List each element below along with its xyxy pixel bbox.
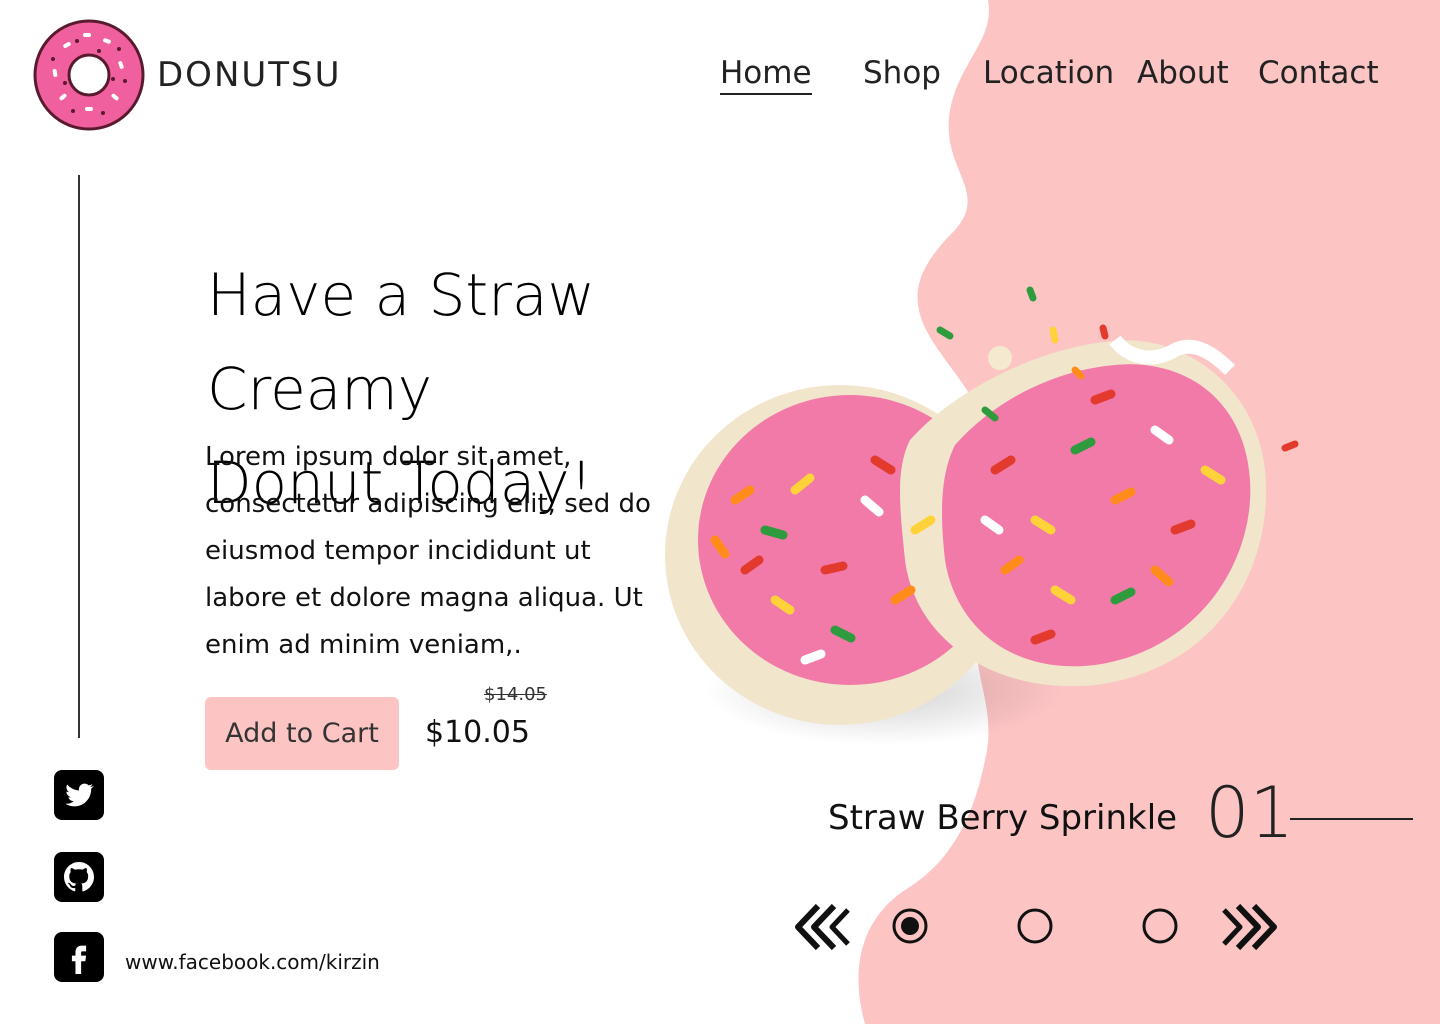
nav-home[interactable]: Home: [720, 55, 812, 95]
github-icon[interactable]: [54, 852, 104, 902]
nav-shop[interactable]: Shop: [863, 55, 941, 91]
current-price: $10.05: [425, 715, 530, 750]
old-price: $14.05: [484, 684, 547, 705]
product-number-line: [1290, 818, 1413, 820]
brand-name[interactable]: DONUTSU: [157, 55, 342, 95]
next-slide-icon[interactable]: [1218, 900, 1282, 954]
product-number: 01: [1205, 772, 1295, 854]
donut-logo-icon[interactable]: [33, 19, 145, 131]
facebook-url-link[interactable]: www.facebook.com/kirzin: [125, 950, 380, 974]
facebook-icon[interactable]: [54, 932, 104, 982]
nav-about[interactable]: About: [1137, 55, 1229, 91]
hero-description: Lorem ipsum dolor sit amet, consectetur …: [205, 442, 651, 660]
twitter-icon[interactable]: [54, 770, 104, 820]
add-to-cart-button[interactable]: Add to Cart: [205, 697, 399, 770]
carousel-dot-1[interactable]: [891, 907, 929, 945]
product-name: Straw Berry Sprinkle: [828, 798, 1178, 838]
carousel-dot-2[interactable]: [1016, 907, 1054, 945]
vertical-divider: [78, 175, 80, 738]
nav-location[interactable]: Location: [983, 55, 1114, 91]
carousel-dot-3[interactable]: [1141, 907, 1179, 945]
previous-slide-icon[interactable]: [790, 900, 854, 954]
headline-line-1: Have a Straw Creamy: [207, 261, 595, 423]
nav-contact[interactable]: Contact: [1258, 55, 1379, 91]
